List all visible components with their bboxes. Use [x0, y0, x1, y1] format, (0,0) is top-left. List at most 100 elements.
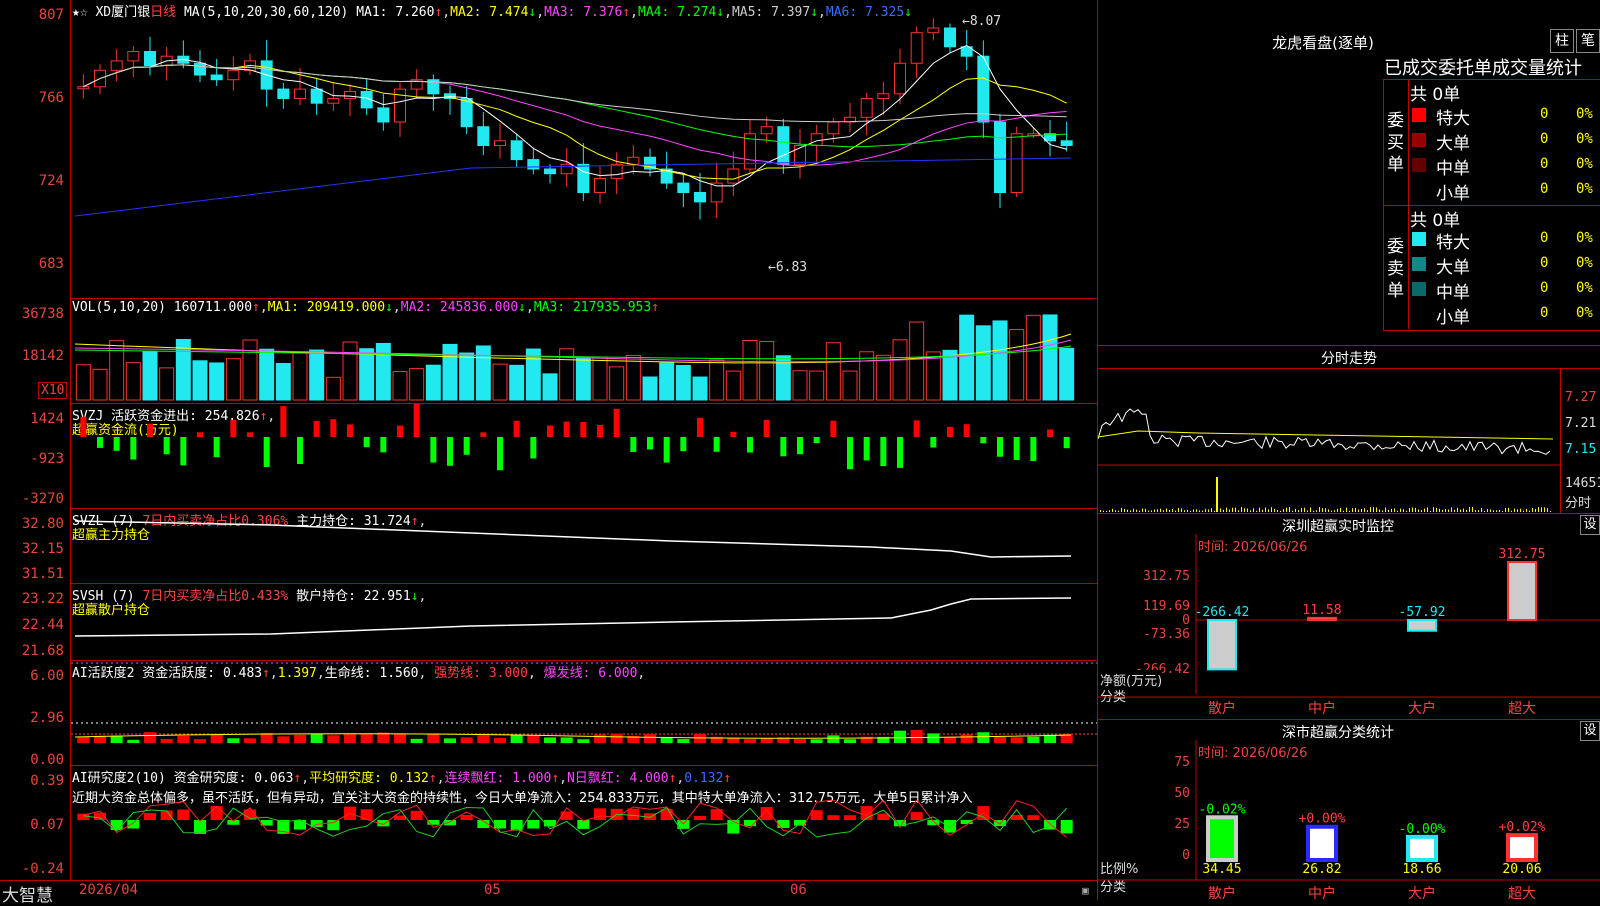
intraday-vol-tick [1454, 510, 1455, 512]
buy-count: 0 [1540, 131, 1549, 147]
flow-bar [297, 437, 303, 464]
activity-bar [277, 736, 290, 743]
intraday-vol-tick [1352, 508, 1353, 512]
ai1-axis-1: 6.00 [30, 668, 64, 684]
activity-bar [177, 735, 190, 743]
intraday-vol-tick [1259, 507, 1260, 512]
lock-icon[interactable]: ▣ [1082, 884, 1089, 897]
tick-mode-button[interactable]: 笔 [1576, 29, 1600, 53]
ratio-value: 20.06 [1502, 862, 1541, 877]
intraday-vol-tick [1295, 508, 1296, 512]
research-bar [810, 810, 823, 820]
volume-bar [875, 354, 891, 401]
intraday-vol-tick [1304, 507, 1305, 512]
volume-chart[interactable] [71, 312, 1097, 402]
volume-bar [142, 351, 158, 401]
chart-area[interactable]: ★☆ XD厦门银日线 MA(5,10,20,30,60,120) MA1: 7.… [0, 0, 1098, 906]
volume-bar [609, 366, 625, 401]
activity-bar [394, 733, 406, 743]
intraday-vol-tick [1175, 510, 1176, 512]
intraday-vol-tick [1337, 508, 1338, 512]
volume-bar [392, 371, 408, 401]
flow-bar [447, 437, 453, 466]
research-bar [444, 820, 456, 826]
flow-bar [230, 419, 237, 437]
intraday-vol-tick [1157, 509, 1158, 512]
dragon-tiger-subtitle: 已成交委托单成交量统计 [1384, 58, 1582, 79]
candle-body [927, 27, 940, 34]
realtime-net-chart[interactable]: -266.42 散户 11.58 中户 -57.92 大户 312.75 超大 [1098, 534, 1600, 720]
category-settings-button[interactable]: 设 [1580, 721, 1600, 741]
svzj-chart[interactable] [71, 404, 1097, 506]
intraday-vol-spike [1216, 477, 1218, 512]
activity-bar [127, 739, 140, 743]
realtime-settings-button[interactable]: 设 [1580, 515, 1600, 535]
x-label-1: 2026/04 [79, 882, 139, 898]
svzl-chart[interactable] [71, 509, 1097, 581]
volume-bar [259, 348, 275, 401]
ai-activity-chart[interactable] [71, 661, 1097, 763]
intraday-vol-tick [1544, 507, 1545, 512]
intraday-vol-tick [1310, 507, 1311, 512]
intraday-vol-tick [1508, 507, 1509, 512]
intraday-vol-tick [1505, 508, 1506, 512]
flow-bar [813, 437, 820, 444]
research-bar [594, 808, 606, 820]
ai-research-legend: AI研究度2(10) 资金研究度: 0.063↑,平均研究度: 0.132↑,连… [72, 771, 732, 786]
category-ratio-chart[interactable]: -0.02% 34.45 散户 +0.00% 26.82 中户 -0.00% 18.66 大户 +… [1098, 740, 1600, 901]
intraday-vol-tick [1319, 507, 1320, 512]
sell-name: 大单 [1436, 258, 1470, 278]
svsh-chart[interactable] [71, 584, 1097, 658]
candlestick-chart[interactable] [71, 18, 1097, 298]
volume-bar [475, 345, 491, 401]
flow-bar [580, 422, 587, 437]
ai2-axis-3: -0.24 [21, 861, 64, 877]
research-bar [294, 820, 306, 830]
intraday-vol-tick [1280, 510, 1281, 512]
net-value: -266.42 [1195, 605, 1250, 620]
intraday-chart[interactable] [1098, 369, 1560, 514]
sell-swatch [1412, 282, 1426, 296]
activity-bar [1010, 737, 1023, 743]
research-bar [710, 809, 723, 820]
candle-body [910, 32, 923, 64]
candle-body [494, 140, 506, 147]
intraday-vol-tick [1178, 508, 1179, 512]
activity-bar [244, 738, 256, 743]
volume-bar [209, 362, 225, 401]
volume-bar [825, 342, 841, 401]
volume-bar [425, 364, 441, 401]
volume-bar [1059, 347, 1075, 401]
sell-percent: 0% [1576, 280, 1593, 296]
candle-body [1010, 133, 1023, 193]
buy-row: 特大 0 0% [1410, 104, 1600, 129]
volume-bar [992, 320, 1008, 401]
flow-bar [1047, 429, 1053, 437]
intraday-vol-tick [1286, 507, 1287, 512]
volume-bar [959, 314, 975, 401]
intraday-vol-tick [1292, 510, 1293, 512]
intraday-vol-tick [1526, 508, 1527, 512]
sell-count: 0 [1540, 230, 1549, 246]
flow-bar [1030, 437, 1037, 461]
research-bar [110, 820, 123, 831]
ai-research-chart[interactable] [71, 800, 1097, 880]
volume-bar [492, 363, 508, 401]
research-bar [527, 820, 540, 829]
ratio-bar [1506, 833, 1538, 863]
main-position-line [74, 520, 1072, 558]
activity-bar [427, 733, 440, 743]
net-bar [1507, 561, 1537, 621]
volume-bar [859, 351, 875, 401]
candle-body [894, 62, 906, 95]
volume-bar [1025, 314, 1041, 401]
bar-mode-button[interactable]: 柱 [1550, 29, 1574, 53]
candle-body [510, 140, 523, 161]
intraday-vol-tick [1271, 507, 1272, 512]
candle-body [677, 182, 690, 194]
intraday-vol-tick [1322, 508, 1323, 512]
flow-bar [430, 437, 437, 463]
activity-bar [577, 739, 590, 743]
activity-bar [760, 738, 773, 743]
intraday-vol-tick [1193, 509, 1194, 512]
